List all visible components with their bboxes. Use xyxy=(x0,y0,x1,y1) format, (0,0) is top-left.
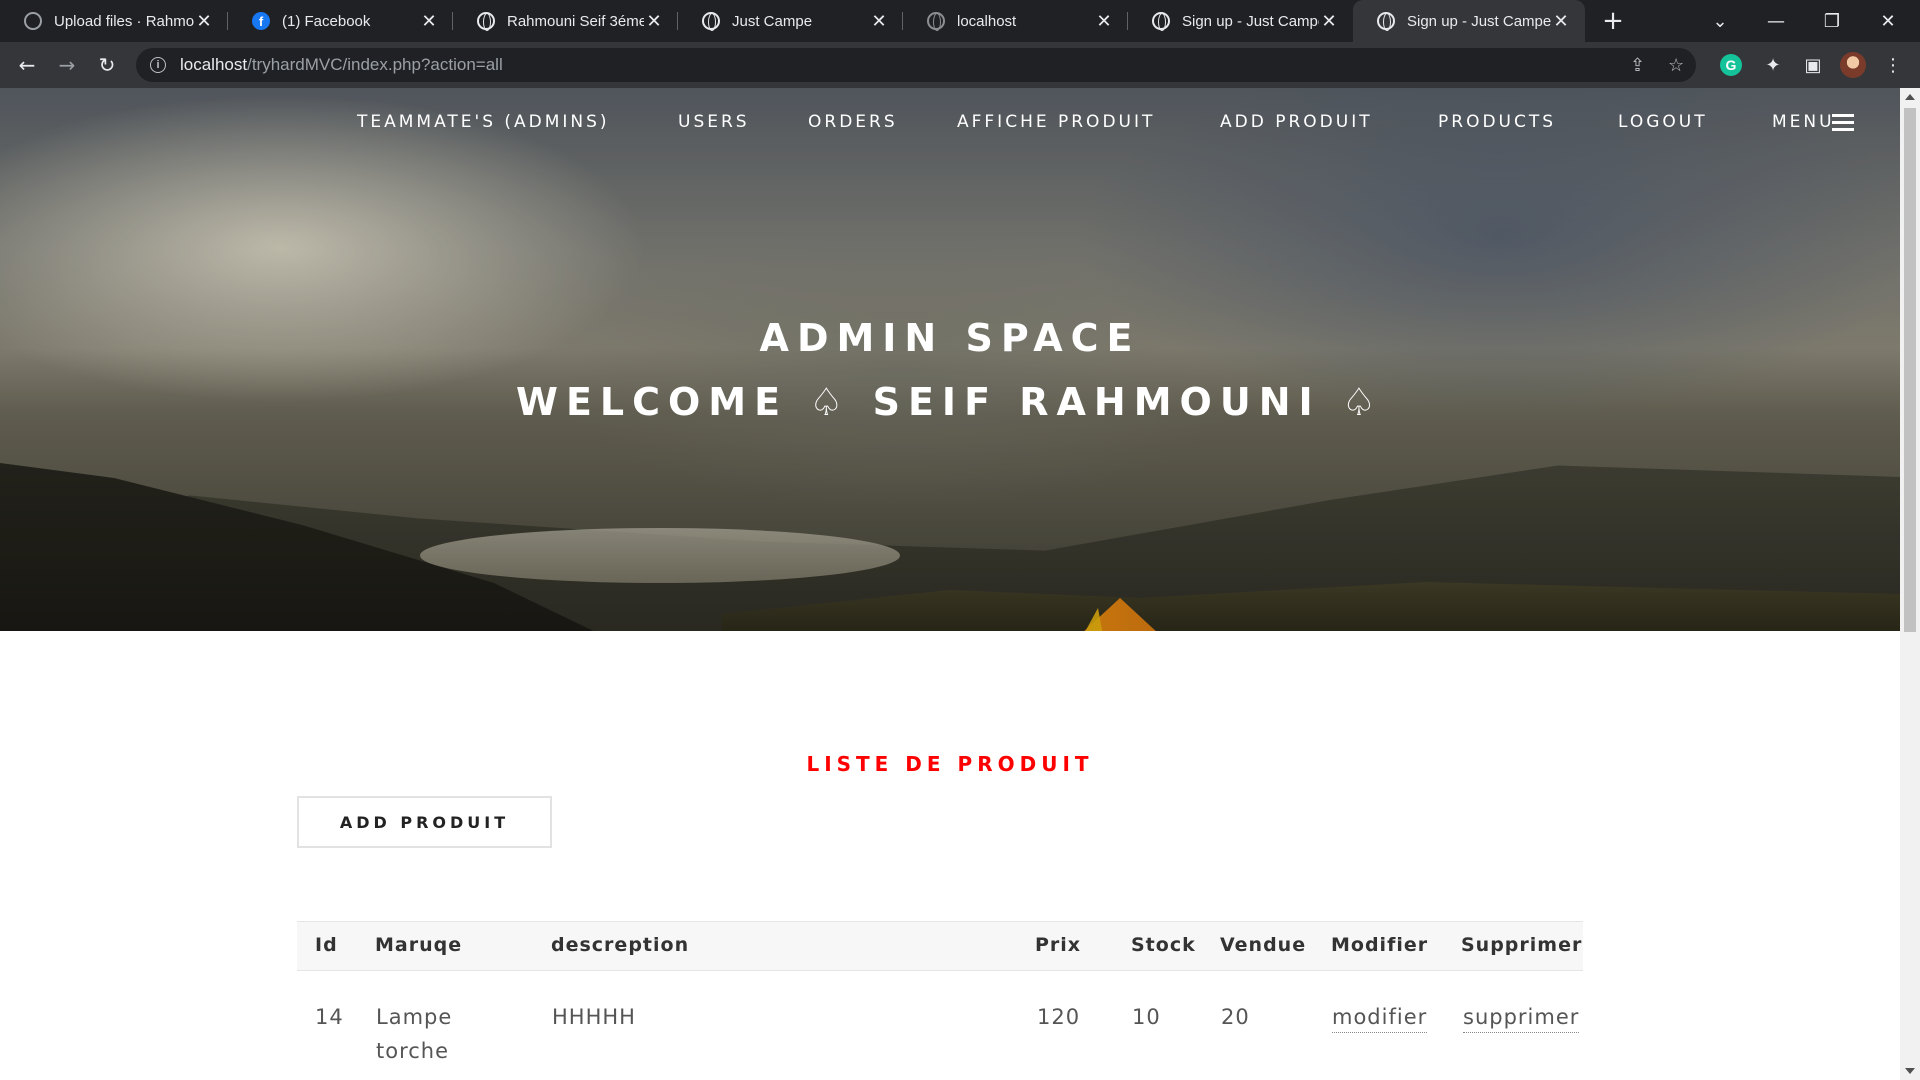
close-icon[interactable]: ✕ xyxy=(644,11,664,32)
cell-stock: 10 xyxy=(1132,1005,1161,1029)
th-vendue: Vendue xyxy=(1220,934,1307,956)
forward-icon[interactable]: → xyxy=(52,50,82,80)
menu-bar xyxy=(1832,128,1854,131)
more-menu-icon[interactable]: ⋮ xyxy=(1880,52,1906,78)
hero-title: ADMIN SPACE xyxy=(759,316,1141,360)
th-modifier: Modifier xyxy=(1331,934,1429,956)
th-supprimer: Supprimer xyxy=(1461,934,1583,956)
nav-teammates-admins[interactable]: TEAMMATE'S (ADMINS) xyxy=(357,112,610,132)
globe-icon xyxy=(702,12,720,31)
new-tab-button[interactable]: + xyxy=(1598,6,1628,36)
hamburger-menu-icon[interactable] xyxy=(1832,114,1854,132)
grammarly-icon[interactable]: G xyxy=(1720,54,1742,76)
globe-icon xyxy=(1152,12,1170,31)
globe-icon xyxy=(927,12,945,31)
browser-tab[interactable]: Sign up - Just Campe ✕ xyxy=(1128,0,1353,42)
url-host: localhost xyxy=(180,55,248,74)
profile-avatar[interactable] xyxy=(1840,52,1866,78)
supprimer-link[interactable]: supprimer xyxy=(1463,1002,1580,1033)
section-title: LISTE DE PRODUIT xyxy=(806,752,1094,776)
browser-tab-active[interactable]: Sign up - Just Campe ✕ xyxy=(1353,0,1585,42)
table-header: Id Maruqe descreption Prix Stock Vendue … xyxy=(297,921,1583,971)
nav-add-produit[interactable]: ADD PRODUIT xyxy=(1220,112,1373,132)
menu-bar xyxy=(1832,121,1854,124)
share-icon[interactable]: ⇪ xyxy=(1630,55,1645,76)
hero-welcome: WELCOME ♤ SEIF RAHMOUNI ♤ xyxy=(516,380,1384,424)
tab-title: (1) Facebook xyxy=(282,12,371,30)
add-produit-button[interactable]: ADD PRODUIT xyxy=(297,796,552,848)
modifier-link[interactable]: modifier xyxy=(1332,1002,1428,1033)
nav-menu[interactable]: MENU xyxy=(1772,112,1835,132)
th-marque: Maruqe xyxy=(375,934,463,956)
window-close-icon[interactable]: ✕ xyxy=(1860,0,1916,42)
close-icon[interactable]: ✕ xyxy=(1094,11,1114,32)
nav-affiche-produit[interactable]: AFFICHE PRODUIT xyxy=(957,112,1155,132)
tab-search-icon[interactable]: ⌄ xyxy=(1692,0,1748,42)
browser-tab[interactable]: localhost ✕ xyxy=(903,0,1128,42)
cell-marque: Lampe torche xyxy=(376,1005,453,1063)
th-stock: Stock xyxy=(1131,934,1196,956)
cell-prix: 120 xyxy=(1037,1005,1081,1029)
main-navbar: TEAMMATE'S (ADMINS) USERS ORDERS AFFICHE… xyxy=(0,88,1900,160)
cell-id: 14 xyxy=(315,1005,344,1029)
reload-icon[interactable]: ↻ xyxy=(92,50,122,80)
nav-users[interactable]: USERS xyxy=(678,112,750,132)
browser-tab-bar: Upload files · Rahmou ✕ f (1) Facebook ✕… xyxy=(0,0,1920,42)
browser-tab[interactable]: Just Campe ✕ xyxy=(678,0,903,42)
th-description: descreption xyxy=(551,934,690,956)
th-id: Id xyxy=(315,934,338,956)
menu-bar xyxy=(1832,114,1854,117)
address-bar[interactable]: i localhost/tryhardMVC/index.php?action=… xyxy=(136,48,1696,82)
close-icon[interactable]: ✕ xyxy=(869,11,889,32)
scroll-up-icon[interactable] xyxy=(1905,94,1915,100)
tab-title: Rahmouni Seif 3éme l xyxy=(507,12,644,30)
nav-orders[interactable]: ORDERS xyxy=(808,112,898,132)
nav-logout[interactable]: LOGOUT xyxy=(1618,112,1708,132)
tab-title: Sign up - Just Campe xyxy=(1182,12,1319,30)
close-icon[interactable]: ✕ xyxy=(194,11,214,32)
info-icon[interactable]: i xyxy=(150,57,166,73)
restore-icon[interactable]: ❐ xyxy=(1804,0,1860,42)
back-icon[interactable]: ← xyxy=(12,50,42,80)
facebook-icon: f xyxy=(252,12,270,30)
cell-vendue: 20 xyxy=(1221,1005,1250,1029)
tab-title: Sign up - Just Campe xyxy=(1407,12,1551,30)
page-scrollbar[interactable] xyxy=(1900,88,1920,1080)
th-prix: Prix xyxy=(1035,934,1082,956)
tab-title: localhost xyxy=(957,12,1017,30)
nav-products[interactable]: PRODUCTS xyxy=(1438,112,1556,132)
scroll-down-icon[interactable] xyxy=(1905,1068,1915,1074)
github-icon xyxy=(24,12,42,30)
tab-title: Upload files · Rahmou xyxy=(54,12,194,30)
browser-tab[interactable]: f (1) Facebook ✕ xyxy=(228,0,453,42)
extensions-icon[interactable]: ✦ xyxy=(1760,52,1786,78)
browser-tab[interactable]: Rahmouni Seif 3éme l ✕ xyxy=(453,0,678,42)
browser-tab[interactable]: Upload files · Rahmou ✕ xyxy=(0,0,228,42)
hero-banner: TEAMMATE'S (ADMINS) USERS ORDERS AFFICHE… xyxy=(0,88,1900,631)
page-viewport: TEAMMATE'S (ADMINS) USERS ORDERS AFFICHE… xyxy=(0,88,1900,1080)
cell-description: HHHHH xyxy=(552,1005,636,1029)
tab-title: Just Campe xyxy=(732,12,813,30)
globe-icon xyxy=(1377,12,1395,31)
close-icon[interactable]: ✕ xyxy=(1551,11,1571,32)
url-text: localhost/tryhardMVC/index.php?action=al… xyxy=(180,55,503,75)
close-icon[interactable]: ✕ xyxy=(1319,11,1339,32)
browser-toolbar: ← → ↻ i localhost/tryhardMVC/index.php?a… xyxy=(0,42,1920,88)
scrollbar-thumb[interactable] xyxy=(1904,108,1916,632)
url-path: /tryhardMVC/index.php?action=all xyxy=(247,55,503,74)
minimize-icon[interactable]: — xyxy=(1748,0,1804,42)
globe-icon xyxy=(477,12,495,31)
bookmark-star-icon[interactable]: ☆ xyxy=(1668,55,1684,76)
side-panel-icon[interactable]: ▣ xyxy=(1800,52,1826,78)
close-icon[interactable]: ✕ xyxy=(419,11,439,32)
